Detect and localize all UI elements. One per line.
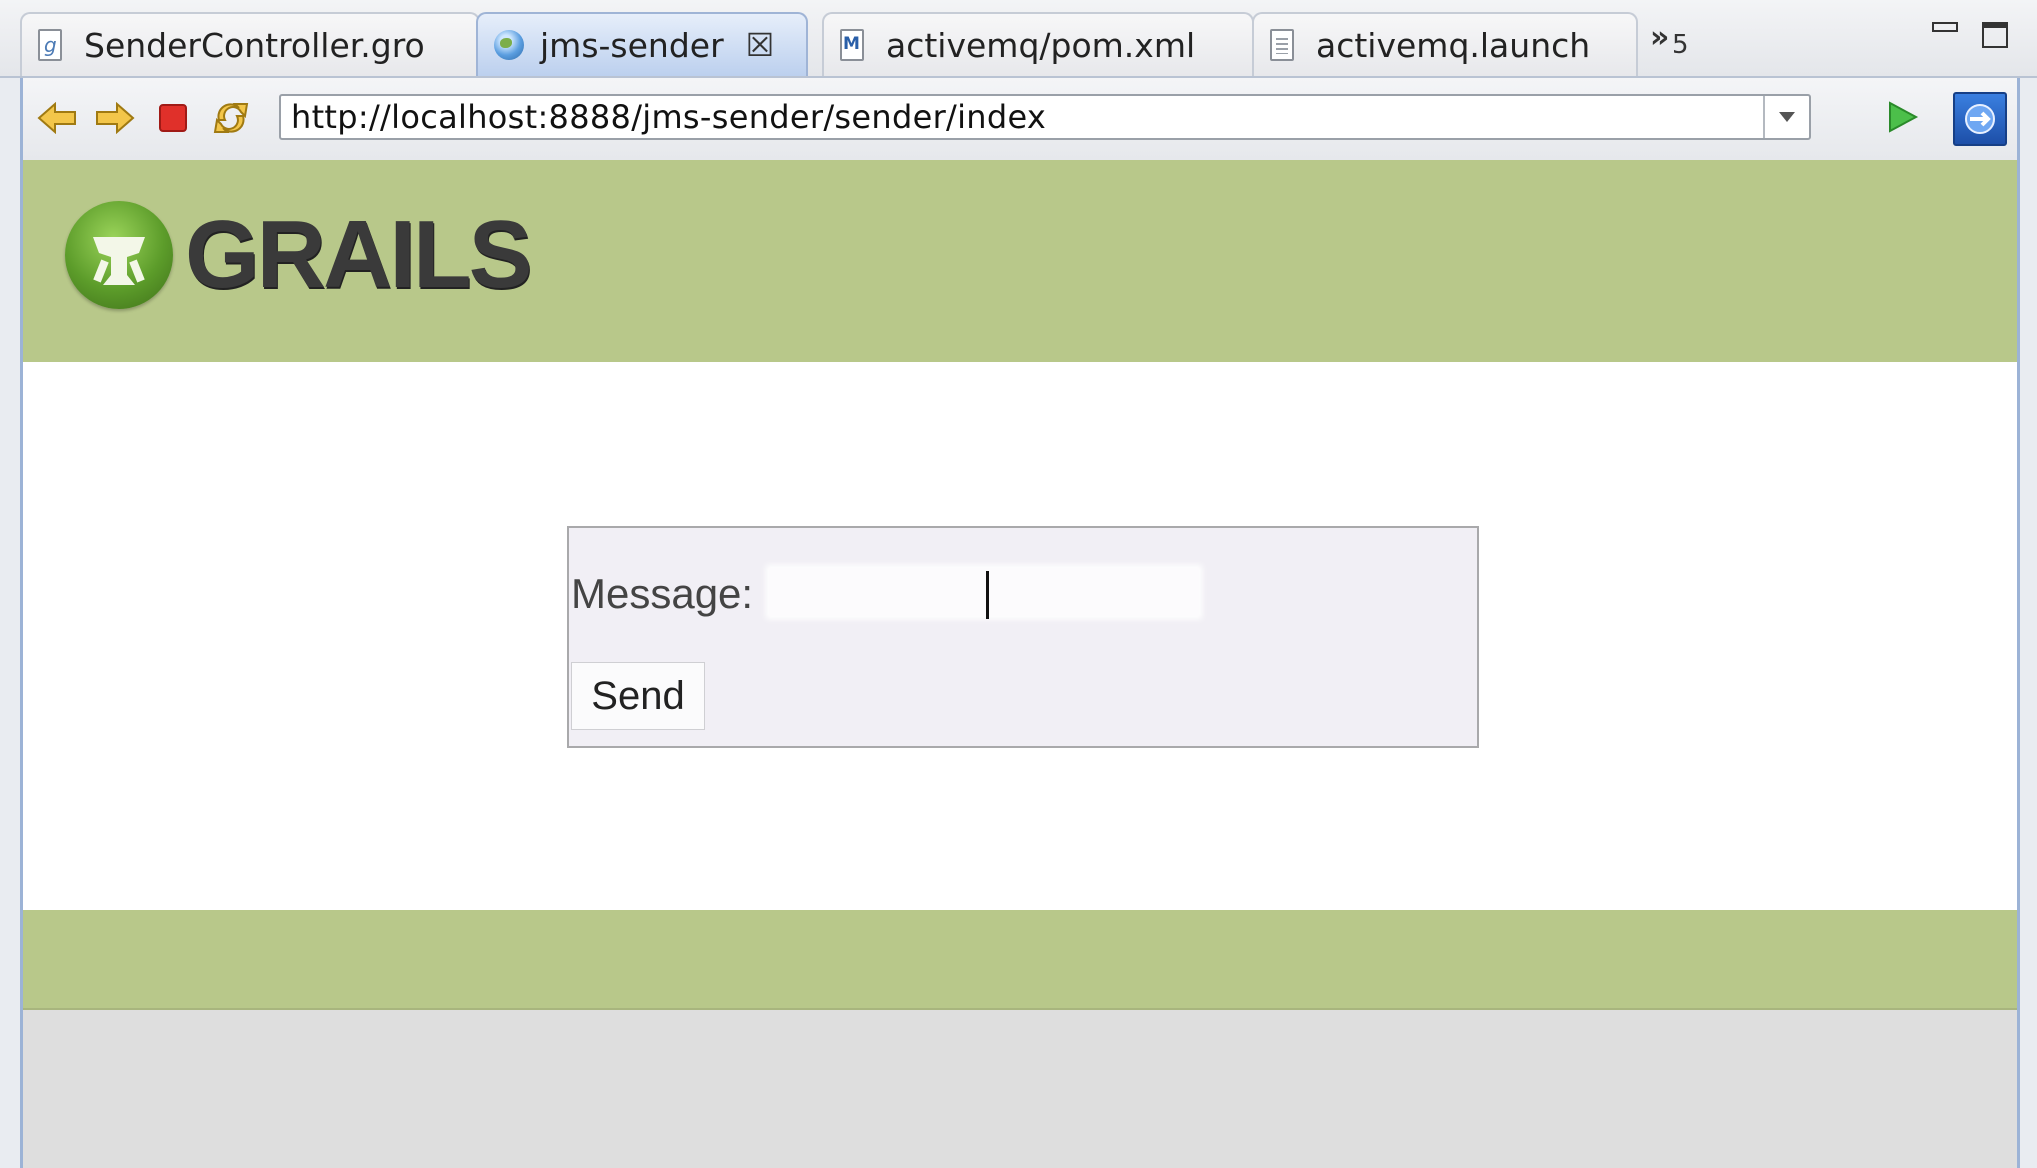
stop-icon[interactable] [151,96,195,140]
internal-browser: GRAILS Message: Send [20,78,2020,1168]
refresh-icon[interactable] [209,96,253,140]
minimize-icon[interactable] [1932,22,1958,32]
url-input[interactable] [281,96,1753,138]
browser-empty-area [23,1010,2017,1168]
editor-tab-bar: g SenderController.gro jms-sender ☒ M ac… [0,0,2037,78]
message-label: Message: [571,570,754,617]
tab-overflow-chevron-icon[interactable]: » [1650,20,1669,55]
chevron-down-icon[interactable] [1763,96,1809,138]
maven-file-icon: M [840,27,870,63]
tab-label: SenderController.gro [84,25,425,65]
page-header: GRAILS [23,160,2017,362]
go-icon[interactable] [1879,94,1925,140]
globe-icon [494,27,524,63]
send-button[interactable]: Send [571,662,705,730]
grails-logo-icon [65,201,173,309]
tab-label: activemq/pom.xml [886,25,1196,65]
grails-logo: GRAILS [65,200,533,310]
tab-sendercontroller[interactable]: g SenderController.gro [20,12,480,76]
page-footer [23,910,2017,1010]
tab-label: jms-sender [540,25,724,65]
logo-text: GRAILS [185,201,533,308]
external-browser-icon[interactable] [1953,92,2007,146]
close-tab-icon[interactable]: ☒ [746,26,775,64]
back-arrow-icon[interactable] [35,96,79,140]
url-bar [279,94,1811,140]
tab-activemq-launch[interactable]: activemq.launch [1252,12,1638,76]
groovy-file-icon: g [38,27,68,63]
tab-label: activemq.launch [1316,25,1591,65]
message-form: Message: Send [567,526,1479,748]
browser-toolbar [23,78,2017,161]
tab-pom-xml[interactable]: M activemq/pom.xml [822,12,1254,76]
maximize-icon[interactable] [1982,22,2008,48]
forward-arrow-icon[interactable] [93,96,137,140]
tab-jms-sender[interactable]: jms-sender ☒ [476,12,808,76]
page-content: Message: Send [23,362,2017,910]
text-caret [986,571,989,619]
tab-overflow-count[interactable]: 5 [1672,30,1689,60]
file-icon [1270,27,1300,63]
message-input[interactable] [769,568,1199,616]
